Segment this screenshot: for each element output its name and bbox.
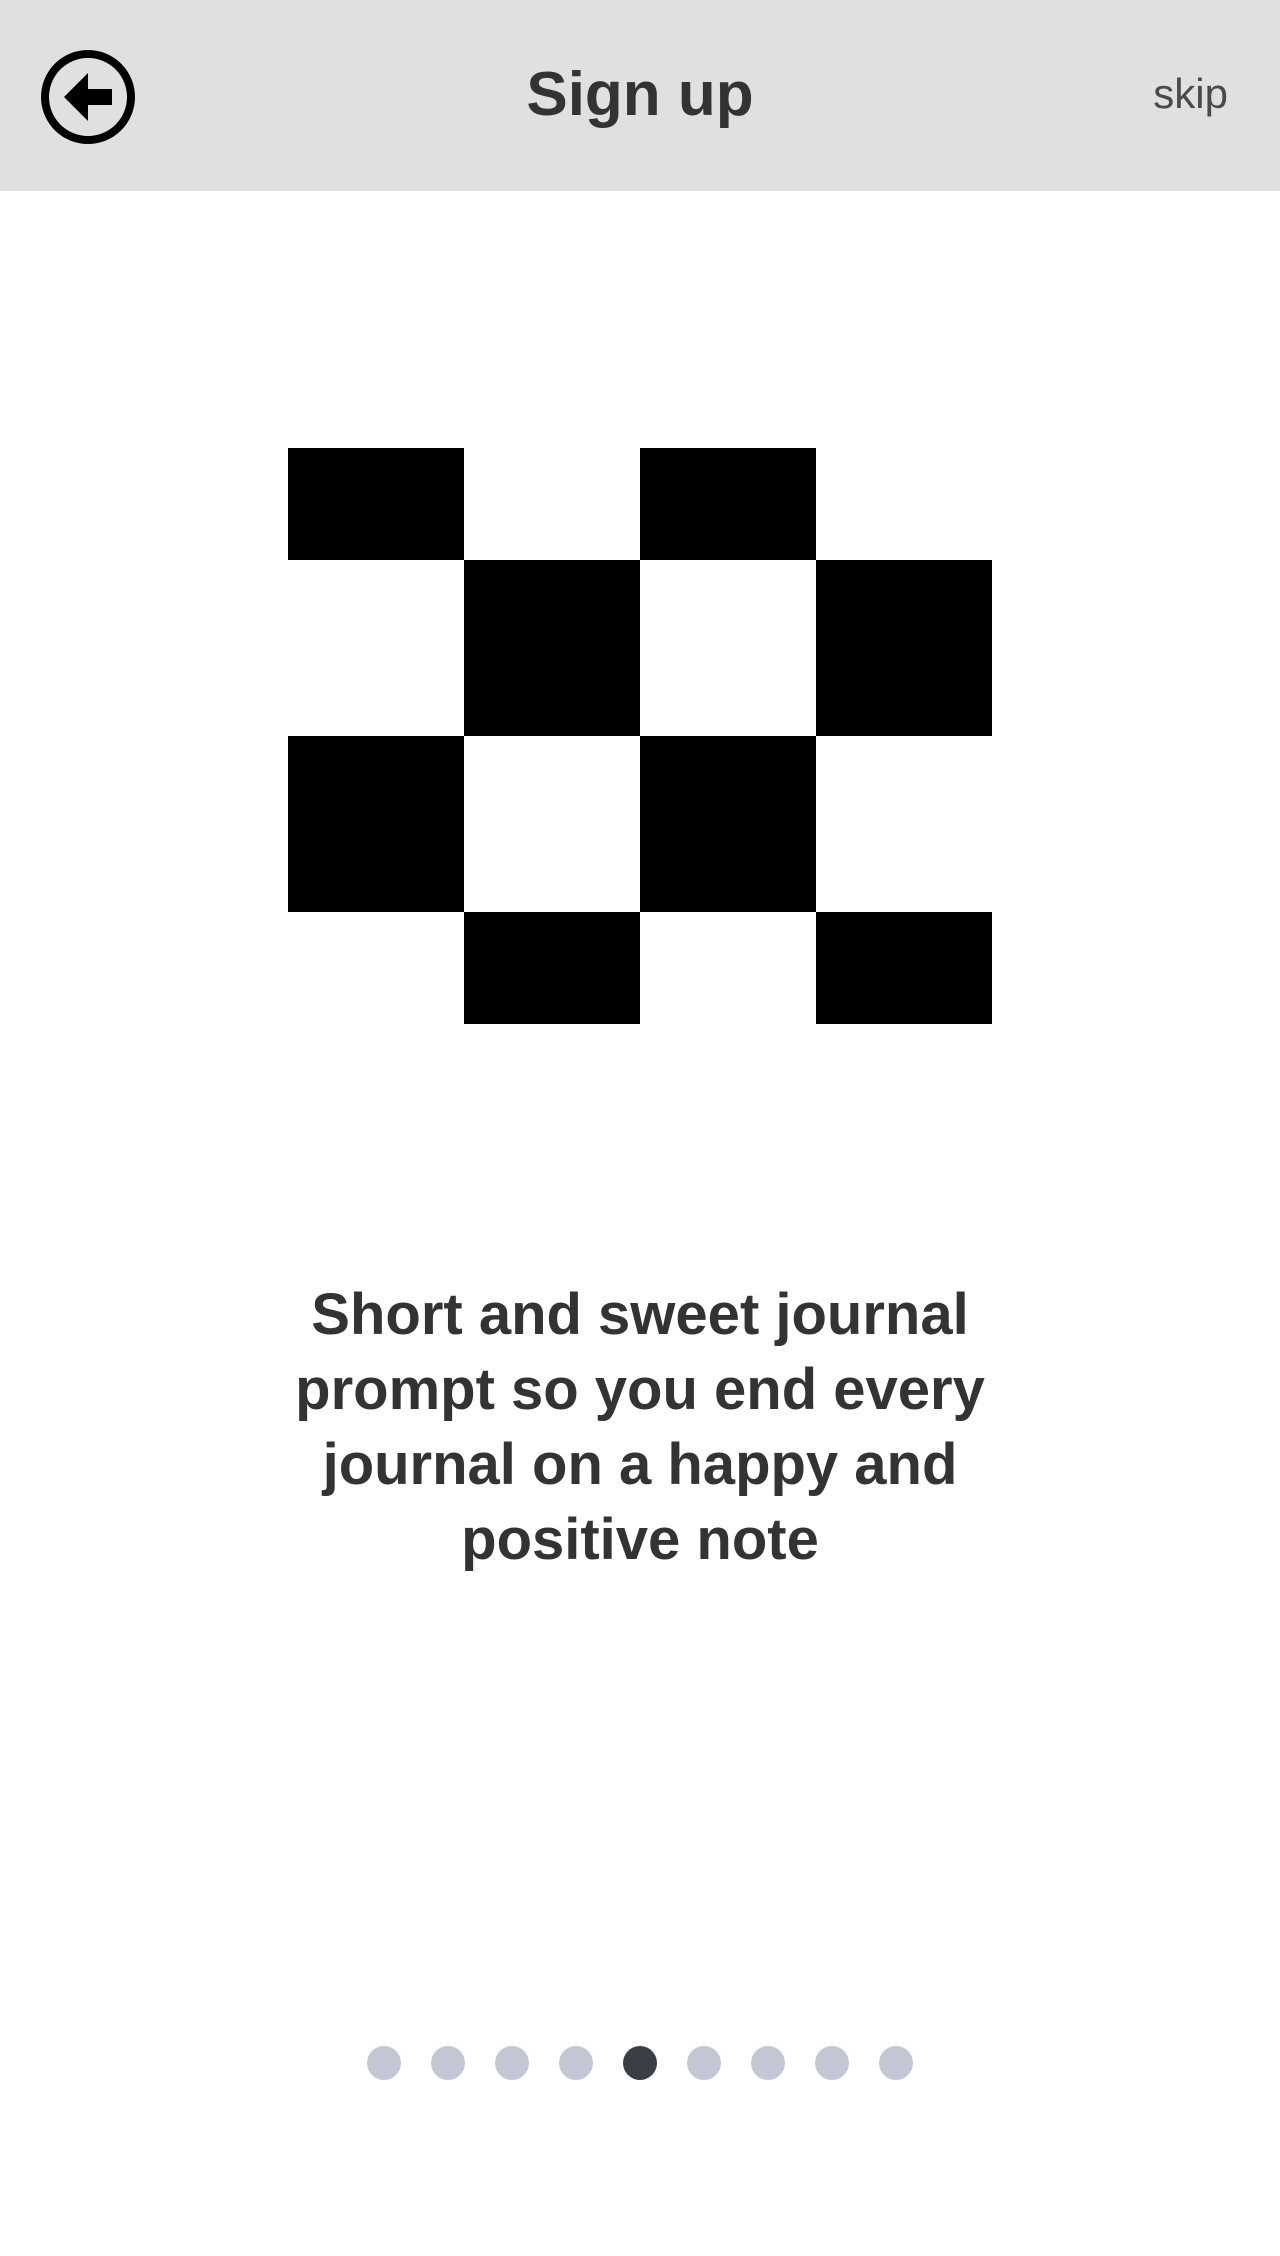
checkerboard-illustration [288,448,992,1024]
page-dot[interactable] [879,2046,913,2080]
onboarding-message: Short and sweet journal prompt so you en… [295,1282,985,1572]
skip-button[interactable]: skip [1153,66,1228,122]
page-dot[interactable] [815,2046,849,2080]
page-title: Sign up [526,60,754,129]
header-bar: Sign up skip [0,0,1280,191]
page-indicator [367,2046,913,2080]
page-dot[interactable] [367,2046,401,2080]
page-dot[interactable] [431,2046,465,2080]
page-dot[interactable] [687,2046,721,2080]
page-dot[interactable] [559,2046,593,2080]
page-dot[interactable] [495,2046,529,2080]
page-dot-active[interactable] [623,2046,657,2080]
page-dot[interactable] [751,2046,785,2080]
